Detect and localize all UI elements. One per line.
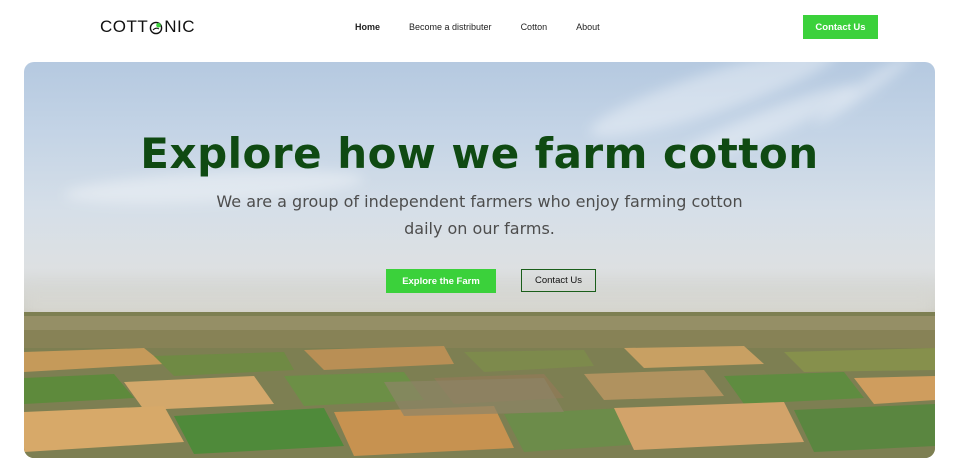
logo[interactable]: COTT NIC	[100, 16, 195, 38]
landing-page: COTT NIC Home Become a distributer Cotto…	[0, 0, 959, 466]
header-contact-button[interactable]: Contact Us	[803, 15, 878, 39]
main-nav: Home Become a distributer Cotton About	[355, 22, 600, 32]
hero-contact-button[interactable]: Contact Us	[521, 269, 596, 292]
nav-become-distributer[interactable]: Become a distributer	[409, 22, 492, 32]
nav-cotton[interactable]: Cotton	[521, 22, 548, 32]
cotton-boll-icon	[149, 20, 163, 35]
explore-farm-button[interactable]: Explore the Farm	[386, 269, 496, 293]
hero-title: Explore how we farm cotton	[140, 129, 819, 178]
logo-text-left: COTT	[100, 17, 149, 36]
logo-text-right: NIC	[164, 17, 196, 36]
hero-content: Explore how we farm cotton We are a grou…	[24, 62, 935, 458]
hero-banner: Explore how we farm cotton We are a grou…	[24, 62, 935, 458]
hero-subtitle: We are a group of independent farmers wh…	[216, 192, 743, 238]
nav-about[interactable]: About	[576, 22, 600, 32]
site-header: COTT NIC Home Become a distributer Cotto…	[0, 0, 959, 58]
nav-home[interactable]: Home	[355, 22, 380, 32]
